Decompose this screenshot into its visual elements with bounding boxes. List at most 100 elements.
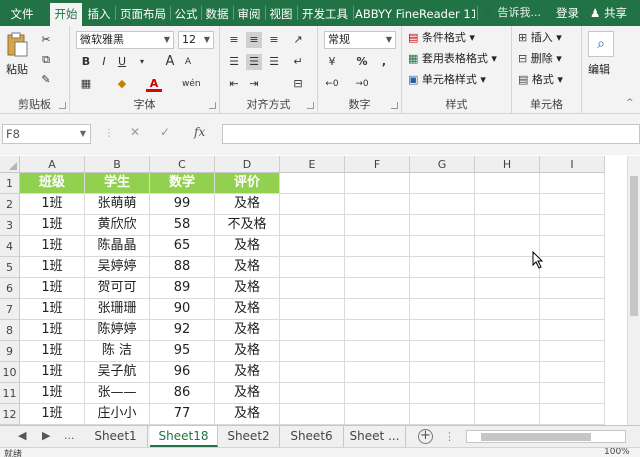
cell-C7[interactable]: 90 [150,299,215,320]
cell-A4[interactable]: 1班 [20,236,85,257]
align-top-icon[interactable]: ≡ [226,32,242,48]
increase-decimal-icon[interactable]: ←0 [324,76,340,92]
column-header-H[interactable]: H [475,156,540,173]
vertical-scrollbar[interactable] [627,156,640,425]
clipboard-launcher-icon[interactable] [59,102,66,109]
currency-icon[interactable]: ¥ [324,54,340,70]
cell-F2[interactable] [345,194,410,215]
cell-B7[interactable]: 张珊珊 [85,299,150,320]
shrink-font-button[interactable]: A [180,54,196,70]
cell-G1[interactable] [410,173,475,194]
format-cells-button[interactable]: ▤ 格式 ▾ [518,72,563,88]
cell-B3[interactable]: 黄欣欣 [85,215,150,236]
cell-I11[interactable] [540,383,605,404]
cell-I3[interactable] [540,215,605,236]
editing-button[interactable]: 编辑 [588,62,610,78]
align-left-icon[interactable]: ☰ [226,54,242,70]
cell-B10[interactable]: 吴子航 [85,362,150,383]
cell-G11[interactable] [410,383,475,404]
search-icon[interactable]: ⌕ [588,31,614,57]
cell-G7[interactable] [410,299,475,320]
cell-E5[interactable] [280,257,345,278]
cell-D11[interactable]: 及格 [215,383,280,404]
cell-I2[interactable] [540,194,605,215]
font-launcher-icon[interactable] [209,102,216,109]
decrease-indent-icon[interactable]: ⇤ [226,76,242,92]
cell-E8[interactable] [280,320,345,341]
cell-G10[interactable] [410,362,475,383]
cell-E6[interactable] [280,278,345,299]
horizontal-scroll-thumb[interactable] [481,433,591,441]
cell-E10[interactable] [280,362,345,383]
insert-function-button[interactable]: fx [194,125,205,139]
italic-button[interactable]: I [96,54,112,70]
cell-F3[interactable] [345,215,410,236]
cell-H10[interactable] [475,362,540,383]
name-box[interactable]: F8 ▼ [2,124,91,144]
cell-F10[interactable] [345,362,410,383]
cell-B2[interactable]: 张萌萌 [85,194,150,215]
column-header-B[interactable]: B [85,156,150,173]
vertical-scroll-thumb[interactable] [630,176,638,316]
comma-button[interactable]: , [376,54,392,70]
row-header-11[interactable]: 11 [0,383,20,404]
phonetic-button[interactable]: wén [182,76,201,92]
cell-D8[interactable]: 及格 [215,320,280,341]
row-header-4[interactable]: 4 [0,236,20,257]
cell-E3[interactable] [280,215,345,236]
cell-I9[interactable] [540,341,605,362]
formula-input[interactable] [222,124,640,144]
cell-A10[interactable]: 1班 [20,362,85,383]
cell-C9[interactable]: 95 [150,341,215,362]
cell-D1[interactable]: 评价 [215,173,280,194]
cell-A3[interactable]: 1班 [20,215,85,236]
enter-icon[interactable]: ✓ [160,125,170,139]
column-header-A[interactable]: A [20,156,85,173]
tab-view[interactable]: 视图 [267,4,295,24]
cell-I5[interactable] [540,257,605,278]
cell-H3[interactable] [475,215,540,236]
sheet-tab-4[interactable]: Sheet6 [280,426,344,447]
cut-icon[interactable]: ✂ [38,32,54,48]
column-header-E[interactable]: E [280,156,345,173]
sheet-tab-3[interactable]: Sheet2 [218,426,280,447]
grow-font-button[interactable]: A [162,54,178,70]
cell-H4[interactable] [475,236,540,257]
cell-F5[interactable] [345,257,410,278]
zoom-level[interactable]: 100% [604,448,630,457]
next-sheet-icon[interactable]: ▶ [42,429,50,442]
cell-E11[interactable] [280,383,345,404]
number-launcher-icon[interactable] [391,102,398,109]
row-header-6[interactable]: 6 [0,278,20,299]
sheet-bar-grip-icon[interactable]: ⋮ [444,430,455,443]
cell-B1[interactable]: 学生 [85,173,150,194]
cell-G9[interactable] [410,341,475,362]
cell-A11[interactable]: 1班 [20,383,85,404]
cell-styles-button[interactable]: ▣ 单元格样式 ▾ [408,72,486,88]
cell-D10[interactable]: 及格 [215,362,280,383]
row-header-5[interactable]: 5 [0,257,20,278]
column-header-D[interactable]: D [215,156,280,173]
more-sheets-left[interactable]: ... [64,429,75,442]
cell-A1[interactable]: 班级 [20,173,85,194]
sheet-tab-2[interactable]: Sheet18 [150,426,218,447]
cell-G5[interactable] [410,257,475,278]
cell-G12[interactable] [410,404,475,425]
cell-G8[interactable] [410,320,475,341]
tab-data[interactable]: 数据 [203,4,231,24]
row-header-8[interactable]: 8 [0,320,20,341]
cell-F12[interactable] [345,404,410,425]
wrap-text-icon[interactable]: ↵ [290,54,306,70]
cell-D5[interactable]: 及格 [215,257,280,278]
cell-D7[interactable]: 及格 [215,299,280,320]
collapse-ribbon-icon[interactable]: ^ [626,98,634,108]
cell-G2[interactable] [410,194,475,215]
cell-A6[interactable]: 1班 [20,278,85,299]
decrease-decimal-icon[interactable]: →0 [354,76,370,92]
tab-file[interactable]: 文件 [4,4,40,24]
insert-cells-button[interactable]: ⊞ 插入 ▾ [518,30,562,46]
prev-sheet-icon[interactable]: ◀ [18,429,26,442]
cell-E4[interactable] [280,236,345,257]
cell-H1[interactable] [475,173,540,194]
cell-B4[interactable]: 陈晶晶 [85,236,150,257]
